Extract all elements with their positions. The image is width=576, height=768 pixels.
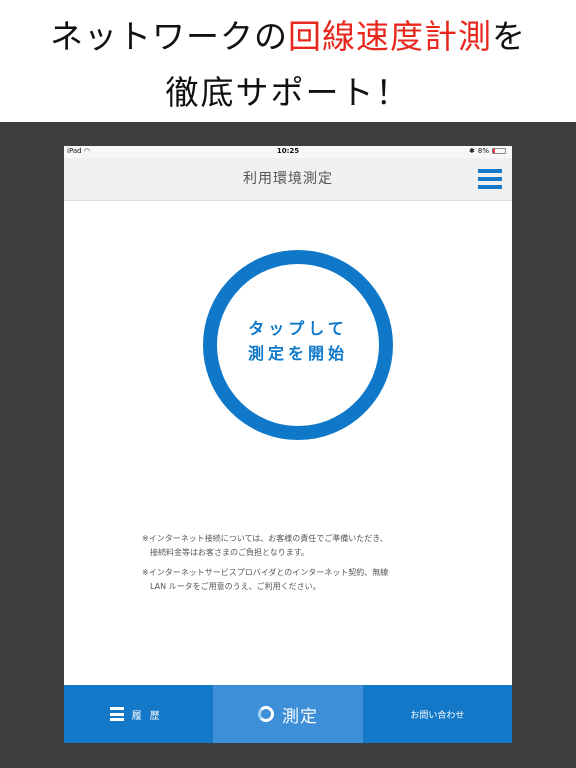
- notice-item: ※インターネットサービスプロバイダとのインターネット契約、無線 LAN ルータを…: [142, 568, 389, 591]
- tab-contact[interactable]: お問い合わせ: [362, 685, 512, 743]
- promo-highlight: 回線速度計測: [288, 17, 492, 56]
- status-time: 10:25: [276, 147, 300, 155]
- tab-history-label: 履歴: [131, 710, 168, 722]
- promo-header: ネットワークの回線速度計測を 徹底サポート！: [0, 0, 576, 122]
- loading-ring-icon: [257, 706, 274, 722]
- tab-measure-label: 測定: [281, 706, 318, 727]
- hamburger-menu-button[interactable]: [478, 167, 502, 191]
- main-content: タップして 測定を開始 ※インターネット接続については、お客様の責任でご準備いた…: [64, 201, 512, 685]
- promo-subline: 徹底サポート！: [165, 73, 411, 112]
- tab-history[interactable]: 履歴: [64, 685, 214, 743]
- notice-item: ※インターネット接続については、お客様の責任でご準備いただき、 接続料金等はお客…: [142, 534, 388, 557]
- list-icon: [109, 707, 124, 721]
- status-bar: iPad ◠ 10:25 ✱ 8%: [64, 146, 512, 158]
- start-button-text: タップして 測定を開始: [247, 319, 348, 363]
- nav-bar: 利用環境測定: [64, 158, 512, 201]
- tab-contact-label: お問い合わせ: [410, 710, 465, 721]
- tab-measure[interactable]: 測定: [213, 685, 363, 743]
- promo-headline: ネットワークの回線速度計測を: [50, 17, 526, 56]
- status-right: ✱ 8%: [469, 147, 506, 155]
- bluetooth-icon: ✱: [469, 147, 475, 155]
- notice-text: ※インターネット接続については、お客様の責任でご準備いただき、 接続料金等はお客…: [142, 532, 472, 600]
- battery-percent: 8%: [477, 147, 489, 155]
- battery-icon: [492, 148, 506, 154]
- page-title: 利用環境測定: [243, 171, 333, 187]
- app-screen: iPad ◠ 10:25 ✱ 8% 利用環境測定 タップして 測定を開始 ※イン…: [64, 146, 512, 743]
- start-measurement-button[interactable]: タップして 測定を開始: [203, 250, 393, 440]
- tab-bar: 履歴 測定 お問い合わせ: [64, 685, 512, 743]
